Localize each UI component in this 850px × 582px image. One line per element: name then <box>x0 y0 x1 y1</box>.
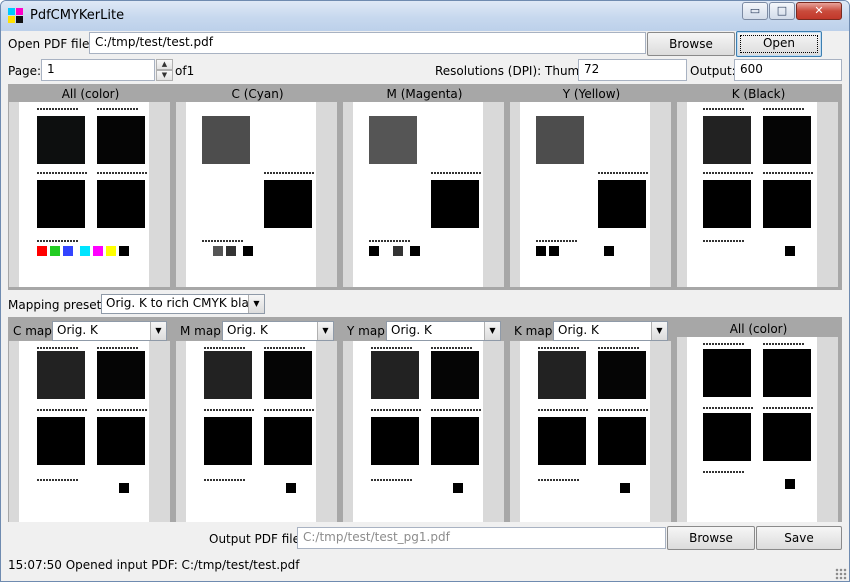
page-preview <box>353 341 483 522</box>
m-map-label: M map: <box>180 324 225 338</box>
y-map-label: Y map: <box>347 324 389 338</box>
c-map-label: C map: <box>13 324 56 338</box>
mapped-thumb-result <box>677 337 838 522</box>
open-pdf-label: Open PDF file: <box>8 37 94 51</box>
mapped-thumb-c <box>9 341 170 522</box>
spin-down-icon[interactable]: ▼ <box>156 70 173 81</box>
open-browse-button[interactable]: Browse <box>647 32 735 56</box>
title-bar[interactable]: PdfCMYKerLite ▭ □ ✕ <box>1 1 849 31</box>
mapping-preset-label: Mapping preset: <box>8 298 106 312</box>
thumb-all-color <box>9 102 170 287</box>
sep-title-all: All (color) <box>61 87 120 101</box>
output-pdf-label: Output PDF file: <box>209 532 305 546</box>
page-preview <box>19 341 149 522</box>
save-button[interactable]: Save <box>756 526 842 550</box>
page-preview <box>353 102 483 287</box>
app-cmyk-icon <box>8 8 24 24</box>
y-map-dropdown[interactable]: Orig. K ▼ <box>386 321 501 341</box>
spin-up-icon[interactable]: ▲ <box>156 59 173 70</box>
output-dpi-input[interactable]: 600 <box>734 59 842 81</box>
close-button[interactable]: ✕ <box>796 2 842 20</box>
m-map-dropdown[interactable]: Orig. K ▼ <box>222 321 334 341</box>
resize-grip-icon[interactable] <box>835 568 847 580</box>
y-map-value: Orig. K <box>391 323 432 337</box>
output-pdf-path-input[interactable]: C:/tmp/test/test_pg1.pdf <box>297 527 666 549</box>
open-pdf-path-input[interactable]: C:/tmp/test/test.pdf <box>89 32 646 54</box>
k-map-dropdown[interactable]: Orig. K ▼ <box>553 321 668 341</box>
c-map-value: Orig. K <box>57 323 98 337</box>
mapping-preview-area: C map: Orig. K ▼ M map: Orig. K ▼ Y map:… <box>8 317 842 522</box>
page-preview <box>186 341 316 522</box>
chevron-down-icon[interactable]: ▼ <box>248 295 264 313</box>
mapping-preset-dropdown[interactable]: Orig. K to rich CMYK black ▼ <box>101 294 265 314</box>
sep-title-cyan: C (Cyan) <box>231 87 284 101</box>
thumb-cyan <box>176 102 337 287</box>
app-window: PdfCMYKerLite ▭ □ ✕ Open PDF file: C:/tm… <box>0 0 850 582</box>
thumb-magenta <box>343 102 504 287</box>
status-bar: 15:07:50 Opened input PDF: C:/tmp/test/t… <box>1 552 849 581</box>
chevron-down-icon[interactable]: ▼ <box>317 322 333 340</box>
mapped-thumb-m <box>176 341 337 522</box>
chevron-down-icon[interactable]: ▼ <box>150 322 166 340</box>
thumb-dpi-input[interactable]: 72 <box>578 59 687 81</box>
page-preview <box>520 341 650 522</box>
window-title: PdfCMYKerLite <box>30 8 125 23</box>
thumb-black <box>677 102 838 287</box>
output-browse-button[interactable]: Browse <box>667 526 755 550</box>
k-map-value: Orig. K <box>558 323 599 337</box>
maximize-button[interactable]: □ <box>769 2 795 20</box>
c-map-dropdown[interactable]: Orig. K ▼ <box>52 321 167 341</box>
sep-title-magenta: M (Magenta) <box>386 87 463 101</box>
status-text: 15:07:50 Opened input PDF: C:/tmp/test/t… <box>8 558 300 572</box>
page-count-label: of1 <box>175 64 195 78</box>
chevron-down-icon[interactable]: ▼ <box>651 322 667 340</box>
mapped-thumb-k <box>510 341 671 522</box>
mapped-result-title: All (color) <box>729 322 788 336</box>
mapping-preset-value: Orig. K to rich CMYK black <box>106 296 263 310</box>
page-preview <box>186 102 316 287</box>
sep-title-black: K (Black) <box>731 87 786 101</box>
output-dpi-label: Output: <box>690 64 736 78</box>
minimize-button[interactable]: ▭ <box>742 2 768 20</box>
open-button[interactable]: Open <box>736 31 822 57</box>
page-number-input[interactable]: 1 <box>41 59 155 81</box>
page-label: Page: <box>8 64 42 78</box>
page-preview <box>687 102 817 287</box>
chevron-down-icon[interactable]: ▼ <box>484 322 500 340</box>
m-map-value: Orig. K <box>227 323 268 337</box>
page-preview <box>520 102 650 287</box>
k-map-label: K map: <box>514 324 557 338</box>
page-preview <box>19 102 149 287</box>
mapped-thumb-y <box>343 341 504 522</box>
sep-title-yellow: Y (Yellow) <box>562 87 621 101</box>
page-preview <box>687 337 817 522</box>
thumb-yellow <box>510 102 671 287</box>
page-spinner[interactable]: ▲ ▼ <box>156 59 173 81</box>
separations-preview-area: All (color) C (Cyan) M (Magenta) Y (Yell… <box>8 84 842 290</box>
resolution-thumb-label: Resolutions (DPI): Thumb: <box>435 64 591 78</box>
